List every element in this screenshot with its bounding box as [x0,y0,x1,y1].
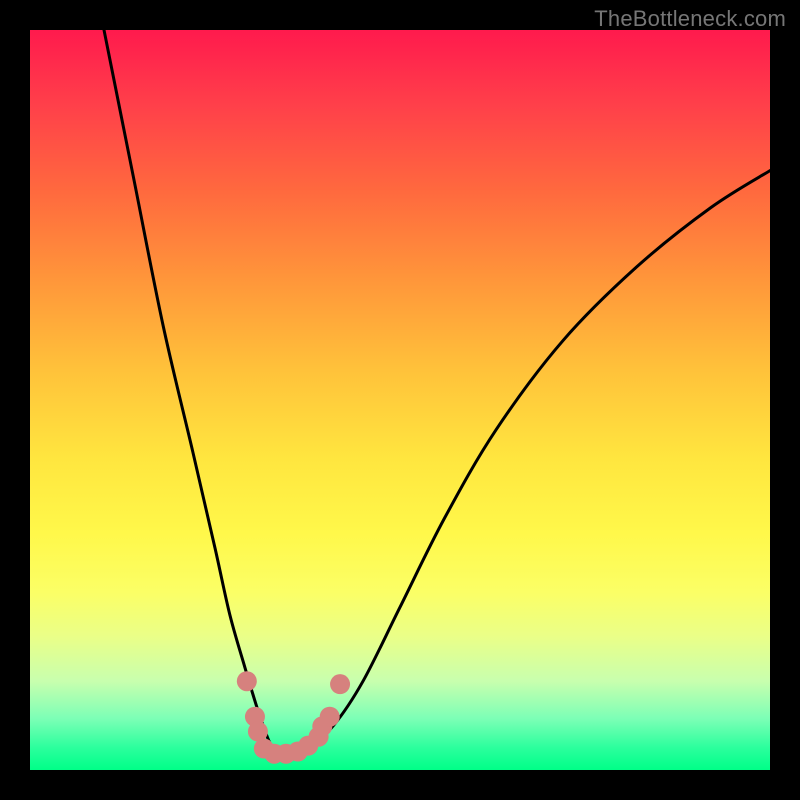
plot-area [30,30,770,770]
watermark-text: TheBottleneck.com [594,6,786,32]
valley-marker [320,707,340,727]
valley-markers-group [237,671,350,764]
chart-frame: TheBottleneck.com [0,0,800,800]
valley-marker [237,671,257,691]
curve-svg [30,30,770,770]
valley-marker [330,674,350,694]
bottleneck-curve [104,30,770,752]
valley-marker [248,722,268,742]
